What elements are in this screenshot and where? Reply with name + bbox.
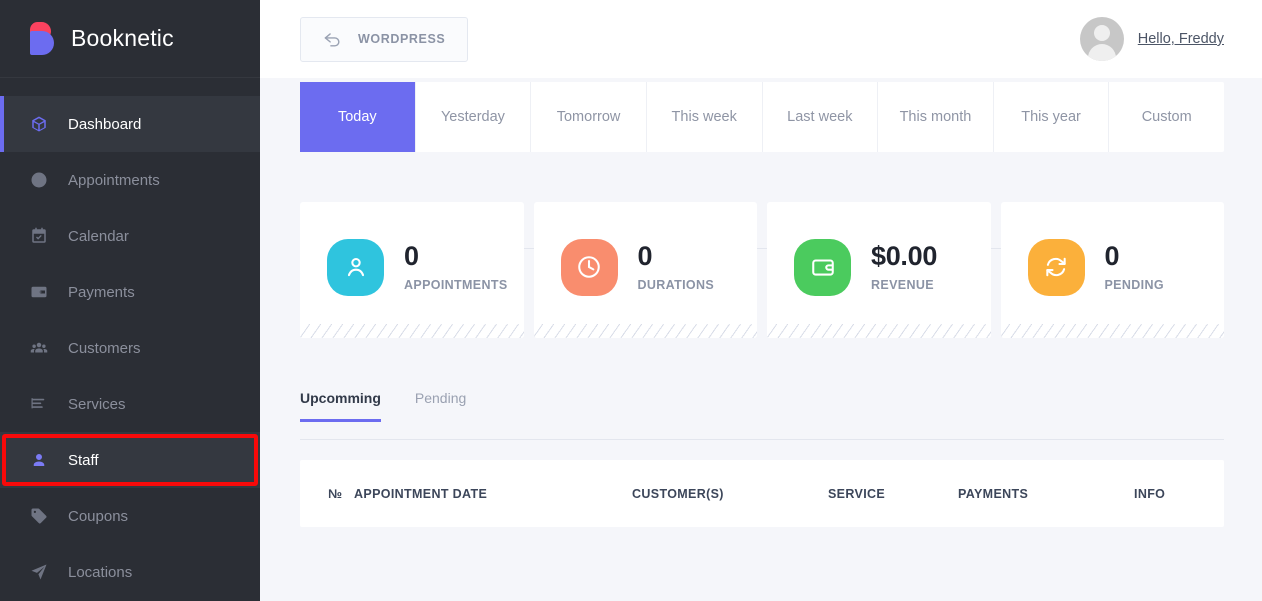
wordpress-back-button[interactable]: WORDPRESS	[300, 16, 469, 62]
users-group-icon	[28, 337, 50, 359]
stat-text: $0.00 REVENUE	[871, 241, 938, 292]
user-greeting[interactable]: Hello, Freddy	[1138, 31, 1224, 47]
table-header-row: № APPOINTMENT DATE CUSTOMER(S) SERVICE P…	[300, 460, 1224, 527]
sidebar-item-label: Calendar	[68, 227, 129, 245]
sidebar-item-customers[interactable]: Customers	[0, 320, 260, 376]
card-hatch-decoration	[300, 324, 524, 338]
appointments-table: № APPOINTMENT DATE CUSTOMER(S) SERVICE P…	[300, 460, 1224, 527]
sidebar-item-label: Customers	[68, 339, 141, 357]
tab-pending[interactable]: Pending	[415, 390, 466, 422]
stat-label: REVENUE	[871, 277, 934, 292]
date-range-tab-today[interactable]: Today	[300, 82, 416, 152]
wallet-icon	[794, 238, 851, 296]
column-header-no: №	[328, 486, 343, 501]
brand-name: Booknetic	[71, 25, 174, 51]
refresh-icon	[1027, 238, 1085, 296]
column-header-service: SERVICE	[828, 486, 886, 501]
person-icon	[28, 449, 50, 471]
sidebar-item-payments[interactable]: Payments	[0, 264, 260, 320]
column-header-info: INFO	[1134, 486, 1166, 501]
date-range-tab-last-week[interactable]: Last week	[763, 82, 879, 152]
stat-text: 0 DURATIONS	[637, 241, 715, 292]
tab-label: Tomorrow	[556, 109, 621, 125]
avatar	[1079, 17, 1124, 61]
tab-label: This year	[1021, 109, 1081, 125]
stat-value: 0	[1104, 241, 1120, 272]
sidebar-item-calendar[interactable]: Calendar	[0, 208, 260, 264]
tab-label: This week	[671, 109, 737, 125]
stat-card-revenue[interactable]: $0.00 REVENUE	[767, 202, 991, 338]
stat-value: 0	[404, 241, 419, 272]
stat-label: DURATIONS	[637, 277, 715, 292]
sidebar-item-label: Services	[68, 395, 126, 413]
stat-card-durations[interactable]: 0 DURATIONS	[533, 202, 757, 338]
stat-text: 0 APPOINTMENTS	[404, 241, 508, 292]
sidebar-item-locations[interactable]: Locations	[0, 544, 260, 600]
card-hatch-decoration	[1000, 324, 1224, 338]
user-menu[interactable]: Hello, Freddy	[1079, 17, 1224, 61]
clock-icon	[560, 238, 618, 296]
back-arrow-icon	[323, 30, 342, 49]
sidebar-item-label: Appointments	[68, 171, 160, 189]
sidebar-nav: Dashboard Appointments Calendar Payments	[0, 78, 260, 600]
dashboard-panel: Today Yesterday Tomorrow This week Last …	[300, 78, 1224, 601]
stat-card-pending[interactable]: 0 PENDING	[1000, 202, 1224, 338]
date-range-tabs: Today Yesterday Tomorrow This week Last …	[300, 82, 1224, 152]
tab-label: This month	[899, 109, 972, 125]
tab-label: Yesterday	[440, 109, 505, 125]
tab-label: Custom	[1141, 109, 1192, 125]
date-range-tab-custom[interactable]: Custom	[1109, 82, 1224, 152]
list-bars-icon	[28, 393, 50, 415]
sidebar-item-appointments[interactable]: Appointments	[0, 152, 260, 208]
sidebar: Booknetic Dashboard Appointments Calenda	[0, 0, 260, 601]
date-range-tab-yesterday[interactable]: Yesterday	[416, 82, 532, 152]
card-hatch-decoration	[767, 324, 991, 338]
paper-plane-icon	[28, 561, 50, 583]
stat-label: APPOINTMENTS	[404, 277, 508, 292]
main-content: Today Yesterday Tomorrow This week Last …	[260, 78, 1262, 601]
sidebar-item-label: Payments	[68, 283, 135, 301]
sidebar-item-coupons[interactable]: Coupons	[0, 488, 260, 544]
column-header-date: APPOINTMENT DATE	[354, 486, 488, 501]
appointment-tabs: Upcomming Pending	[300, 390, 1224, 440]
tab-label: Today	[337, 109, 377, 125]
calendar-check-icon	[28, 225, 50, 247]
booknetic-dashboard: Booknetic Dashboard Appointments Calenda	[0, 0, 1262, 601]
cube-icon	[28, 113, 50, 135]
tag-icon	[28, 505, 50, 527]
stat-label: PENDING	[1104, 277, 1164, 292]
column-header-customer: CUSTOMER(S)	[632, 486, 724, 501]
card-hatch-decoration	[533, 324, 757, 338]
sidebar-item-label: Staff	[68, 451, 99, 469]
wordpress-button-label: WORDPRESS	[358, 32, 446, 46]
date-range-tab-this-month[interactable]: This month	[878, 82, 994, 152]
column-header-payments: PAYMENTS	[958, 486, 1029, 501]
person-icon	[327, 238, 384, 296]
stat-text: 0 PENDING	[1104, 241, 1164, 292]
date-range-tab-this-year[interactable]: This year	[994, 82, 1110, 152]
sidebar-item-label: Dashboard	[68, 115, 142, 133]
sidebar-item-staff[interactable]: Staff	[0, 432, 260, 488]
stat-value: 0	[637, 241, 653, 272]
tab-label: Pending	[414, 390, 467, 406]
sidebar-item-dashboard[interactable]: Dashboard	[0, 96, 260, 152]
top-header: WORDPRESS Hello, Freddy	[260, 0, 1262, 78]
stat-value: $0.00	[871, 241, 938, 272]
tab-label: Last week	[787, 109, 853, 125]
sidebar-item-label: Coupons	[68, 507, 129, 525]
date-range-tab-tomorrow[interactable]: Tomorrow	[531, 82, 647, 152]
booknetic-b-logo-icon	[28, 21, 58, 56]
stat-cards: 0 APPOINTMENTS 0 DURATIONS $0.00 REVENUE…	[300, 202, 1224, 338]
clock-icon	[28, 169, 50, 191]
date-range-tab-this-week[interactable]: This week	[647, 82, 763, 152]
stat-card-appointments[interactable]: 0 APPOINTMENTS	[300, 202, 524, 338]
brand-logo[interactable]: Booknetic	[0, 0, 260, 78]
tab-upcomming[interactable]: Upcomming	[300, 390, 381, 422]
sidebar-item-services[interactable]: Services	[0, 376, 260, 432]
sidebar-item-label: Locations	[68, 563, 133, 581]
wallet-icon	[28, 281, 50, 303]
tab-label: Upcomming	[300, 390, 381, 406]
